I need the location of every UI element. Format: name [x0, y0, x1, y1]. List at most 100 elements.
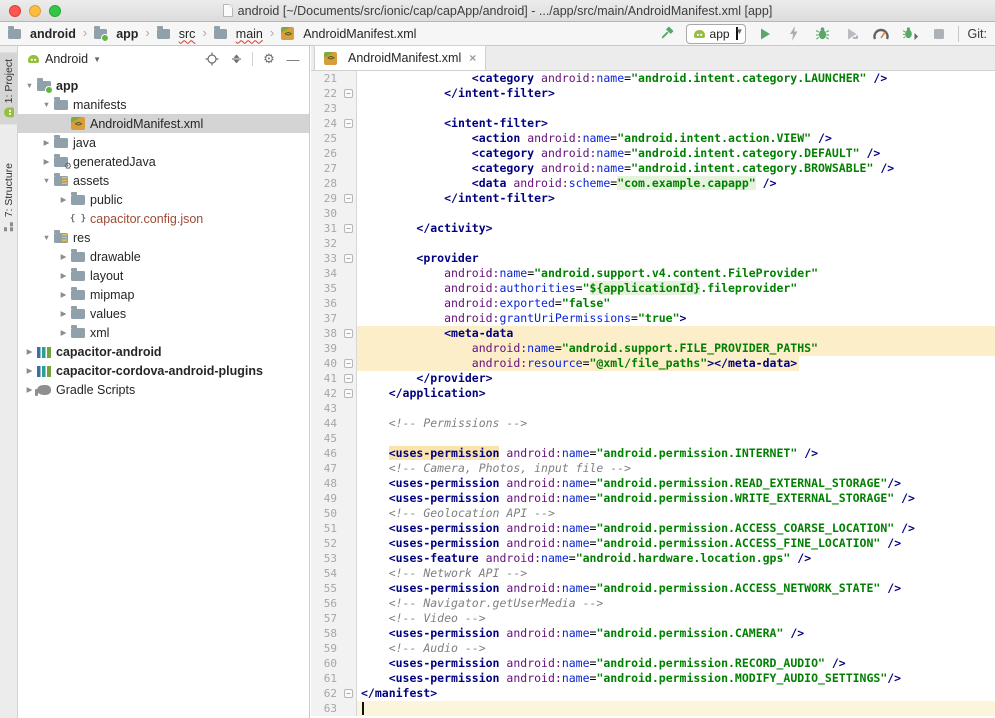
- code-line-37[interactable]: 37 android:grantUriPermissions="true">: [311, 311, 995, 326]
- run-configuration-combo[interactable]: app ▼: [686, 24, 746, 44]
- tree-expand-arrow[interactable]: ▼: [41, 176, 52, 185]
- code-line-45[interactable]: 45: [311, 431, 995, 446]
- code-line-39[interactable]: 39 android:name="android.support.FILE_PR…: [311, 341, 995, 356]
- code-line-42[interactable]: 42− </application>: [311, 386, 995, 401]
- code-line-32[interactable]: 32: [311, 236, 995, 251]
- code-line-22[interactable]: 22− </intent-filter>: [311, 86, 995, 101]
- breadcrumb-item-app[interactable]: app: [92, 27, 140, 41]
- code-line-44[interactable]: 44 <!-- Permissions -->: [311, 416, 995, 431]
- code-line-21[interactable]: 21 <category android:name="android.inten…: [311, 71, 995, 86]
- tree-item-java[interactable]: ▶java: [18, 133, 309, 152]
- tree-expand-arrow[interactable]: ▼: [24, 81, 35, 90]
- zoom-window-button[interactable]: [49, 5, 61, 17]
- code-line-54[interactable]: 54 <!-- Network API -->: [311, 566, 995, 581]
- fold-marker-icon[interactable]: −: [344, 389, 353, 398]
- code-line-41[interactable]: 41− </provider>: [311, 371, 995, 386]
- tree-item-layout[interactable]: ▶layout: [18, 266, 309, 285]
- tree-item-values[interactable]: ▶values: [18, 304, 309, 323]
- tree-expand-arrow[interactable]: ▶: [58, 195, 69, 204]
- minimize-window-button[interactable]: [29, 5, 41, 17]
- code-line-63[interactable]: 63: [311, 701, 995, 716]
- code-line-50[interactable]: 50 <!-- Geolocation API -->: [311, 506, 995, 521]
- tree-expand-arrow[interactable]: ▶: [41, 157, 52, 166]
- breadcrumb-item-androidmanifest-xml[interactable]: AndroidManifest.xml: [279, 27, 418, 41]
- fold-marker-icon[interactable]: −: [344, 689, 353, 698]
- code-line-59[interactable]: 59 <!-- Audio -->: [311, 641, 995, 656]
- tree-expand-arrow[interactable]: ▶: [58, 271, 69, 280]
- tree-item-manifests[interactable]: ▼manifests: [18, 95, 309, 114]
- code-line-56[interactable]: 56 <!-- Navigator.getUserMedia -->: [311, 596, 995, 611]
- breadcrumb-item-main[interactable]: main: [212, 27, 265, 41]
- tree-item-res[interactable]: ▼res: [18, 228, 309, 247]
- code-line-62[interactable]: 62−</manifest>: [311, 686, 995, 701]
- tree-item-capacitor-config-json[interactable]: capacitor.config.json: [18, 209, 309, 228]
- code-line-47[interactable]: 47 <!-- Camera, Photos, input file -->: [311, 461, 995, 476]
- code-line-25[interactable]: 25 <action android:name="android.intent.…: [311, 131, 995, 146]
- code-line-57[interactable]: 57 <!-- Video -->: [311, 611, 995, 626]
- locate-icon[interactable]: [204, 51, 220, 67]
- fold-marker-icon[interactable]: −: [344, 374, 353, 383]
- tree-item-mipmap[interactable]: ▶mipmap: [18, 285, 309, 304]
- collapse-all-icon[interactable]: [228, 51, 244, 67]
- code-line-60[interactable]: 60 <uses-permission android:name="androi…: [311, 656, 995, 671]
- tree-item-public[interactable]: ▶public: [18, 190, 309, 209]
- fold-marker-icon[interactable]: −: [344, 329, 353, 338]
- git-branch-label[interactable]: Git:: [968, 27, 987, 41]
- editor-tab-androidmanifest[interactable]: AndroidManifest.xml ×: [314, 45, 486, 70]
- tree-expand-arrow[interactable]: ▶: [58, 252, 69, 261]
- code-line-43[interactable]: 43: [311, 401, 995, 416]
- tree-item-gradle-scripts[interactable]: ▶Gradle Scripts: [18, 380, 309, 399]
- code-line-34[interactable]: 34 android:name="android.support.v4.cont…: [311, 266, 995, 281]
- code-line-61[interactable]: 61 <uses-permission android:name="androi…: [311, 671, 995, 686]
- hide-panel-icon[interactable]: —: [285, 51, 301, 67]
- debug-bug-icon[interactable]: [813, 24, 833, 44]
- tree-item-assets[interactable]: ▼assets: [18, 171, 309, 190]
- code-line-35[interactable]: 35 android:authorities="${applicationId}…: [311, 281, 995, 296]
- tree-item-xml[interactable]: ▶xml: [18, 323, 309, 342]
- tool-strip-tab-structure[interactable]: 7: Structure: [0, 156, 18, 238]
- tree-expand-arrow[interactable]: ▼: [41, 100, 52, 109]
- fold-marker-icon[interactable]: −: [344, 254, 353, 263]
- tree-expand-arrow[interactable]: ▶: [24, 366, 35, 375]
- tree-item-app[interactable]: ▼app: [18, 76, 309, 95]
- tree-expand-arrow[interactable]: ▶: [24, 385, 35, 394]
- code-line-27[interactable]: 27 <category android:name="android.inten…: [311, 161, 995, 176]
- tree-expand-arrow[interactable]: ▶: [58, 328, 69, 337]
- attach-debugger-bug-arrow-icon[interactable]: [900, 24, 920, 44]
- code-line-46[interactable]: 46 <uses-permission android:name="androi…: [311, 446, 995, 461]
- close-window-button[interactable]: [9, 5, 21, 17]
- tool-strip-tab-project[interactable]: 1: Project: [0, 52, 18, 124]
- breadcrumb-item-android[interactable]: android: [6, 27, 78, 41]
- profiler-gauge-icon[interactable]: [871, 24, 891, 44]
- tree-item-drawable[interactable]: ▶drawable: [18, 247, 309, 266]
- code-line-33[interactable]: 33− <provider: [311, 251, 995, 266]
- tree-expand-arrow[interactable]: ▶: [24, 347, 35, 356]
- fold-marker-icon[interactable]: −: [344, 119, 353, 128]
- fold-marker-icon[interactable]: −: [344, 194, 353, 203]
- code-line-30[interactable]: 30: [311, 206, 995, 221]
- breadcrumb-item-src[interactable]: src: [155, 27, 198, 41]
- code-line-31[interactable]: 31− </activity>: [311, 221, 995, 236]
- tree-item-capacitor-android[interactable]: ▶capacitor-android: [18, 342, 309, 361]
- code-line-28[interactable]: 28 <data android:scheme="com.example.cap…: [311, 176, 995, 191]
- code-line-29[interactable]: 29− </intent-filter>: [311, 191, 995, 206]
- code-line-53[interactable]: 53 <uses-feature android:name="android.h…: [311, 551, 995, 566]
- code-line-38[interactable]: 38− <meta-data: [311, 326, 995, 341]
- code-line-52[interactable]: 52 <uses-permission android:name="androi…: [311, 536, 995, 551]
- apply-changes-lightning-icon[interactable]: [784, 24, 804, 44]
- close-tab-icon[interactable]: ×: [469, 51, 476, 65]
- run-disabled-play-icon[interactable]: [842, 24, 862, 44]
- tree-expand-arrow[interactable]: ▶: [58, 309, 69, 318]
- fold-marker-icon[interactable]: −: [344, 89, 353, 98]
- code-line-48[interactable]: 48 <uses-permission android:name="androi…: [311, 476, 995, 491]
- tree-item-androidmanifest-xml[interactable]: AndroidManifest.xml: [18, 114, 309, 133]
- code-line-58[interactable]: 58 <uses-permission android:name="androi…: [311, 626, 995, 641]
- run-button-icon[interactable]: [755, 24, 775, 44]
- build-hammer-icon[interactable]: [657, 24, 677, 44]
- code-line-49[interactable]: 49 <uses-permission android:name="androi…: [311, 491, 995, 506]
- code-line-23[interactable]: 23: [311, 101, 995, 116]
- stop-square-icon[interactable]: [929, 24, 949, 44]
- fold-marker-icon[interactable]: −: [344, 224, 353, 233]
- tree-expand-arrow[interactable]: ▶: [58, 290, 69, 299]
- tree-expand-arrow[interactable]: ▶: [41, 138, 52, 147]
